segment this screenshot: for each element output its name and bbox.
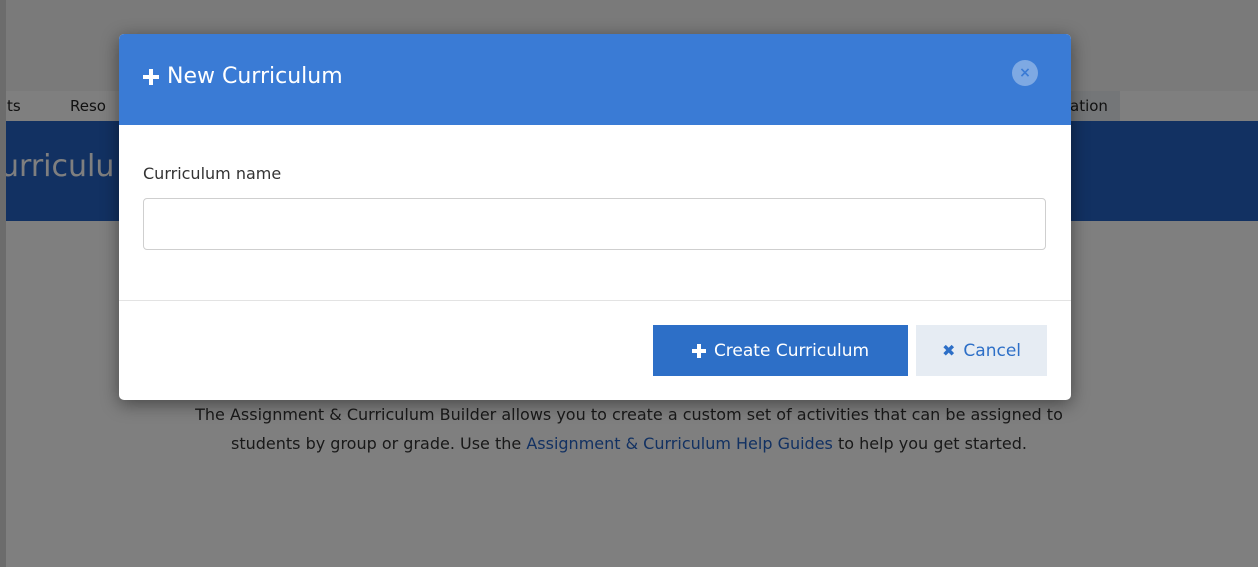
page: ts Reso ation urriculu The Assignment & … bbox=[0, 0, 1258, 567]
times-icon: ✖ bbox=[942, 341, 956, 360]
curriculum-name-input[interactable] bbox=[143, 198, 1046, 250]
close-icon[interactable]: × bbox=[1012, 60, 1038, 86]
dialog-title-text: New Curriculum bbox=[167, 64, 343, 89]
plus-icon bbox=[691, 343, 706, 358]
cancel-button[interactable]: ✖ Cancel bbox=[916, 325, 1047, 376]
dialog-title: New Curriculum bbox=[143, 64, 343, 89]
curriculum-name-label: Curriculum name bbox=[143, 164, 282, 183]
plus-icon bbox=[143, 68, 159, 85]
cancel-label: Cancel bbox=[963, 340, 1021, 361]
create-curriculum-label: Create Curriculum bbox=[713, 340, 870, 361]
new-curriculum-dialog: New Curriculum × Curriculum name Create … bbox=[119, 34, 1071, 400]
dialog-header: New Curriculum × bbox=[119, 34, 1071, 125]
dialog-footer-divider bbox=[119, 300, 1071, 301]
create-curriculum-button[interactable]: Create Curriculum bbox=[653, 325, 908, 376]
